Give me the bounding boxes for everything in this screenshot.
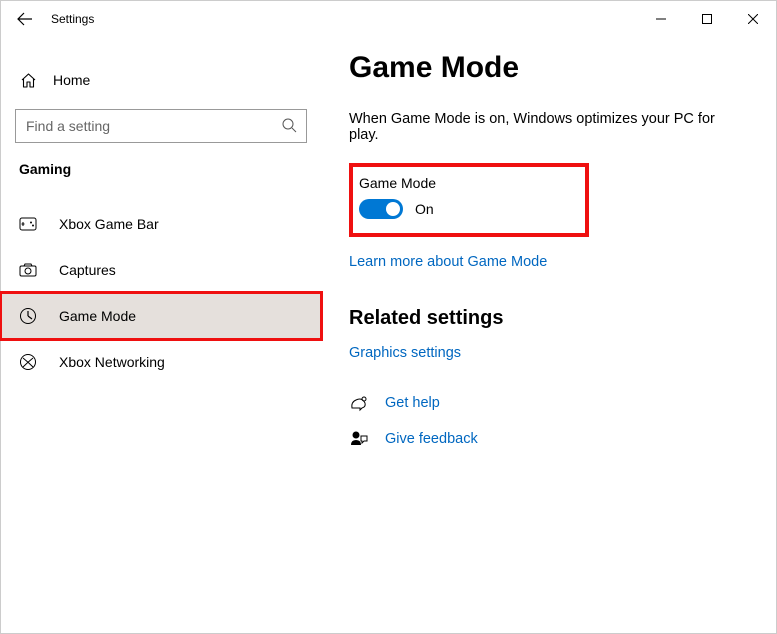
search-icon (281, 117, 297, 133)
sidebar: Home Gaming Xbox Game Bar Captures (1, 37, 321, 633)
give-feedback-link[interactable]: Give feedback (385, 431, 478, 447)
maximize-icon (702, 14, 712, 24)
toggle-knob (386, 202, 400, 216)
home-icon (19, 71, 37, 89)
game-mode-toggle[interactable] (359, 199, 403, 219)
sidebar-item-xbox-game-bar[interactable]: Xbox Game Bar (1, 201, 321, 247)
gamebar-icon (19, 215, 37, 233)
page-title: Game Mode (349, 51, 748, 85)
sidebar-item-label: Xbox Networking (59, 354, 165, 370)
feedback-icon (349, 430, 369, 448)
main-content: Game Mode When Game Mode is on, Windows … (321, 37, 776, 633)
related-settings-title: Related settings (349, 307, 748, 330)
close-button[interactable] (730, 3, 776, 35)
page-description: When Game Mode is on, Windows optimizes … (349, 111, 748, 143)
back-arrow-icon (17, 11, 33, 27)
close-icon (748, 14, 758, 24)
sidebar-item-xbox-networking[interactable]: Xbox Networking (1, 339, 321, 385)
minimize-button[interactable] (638, 3, 684, 35)
sidebar-item-label: Xbox Game Bar (59, 216, 159, 232)
xbox-icon (19, 353, 37, 371)
graphics-settings-link[interactable]: Graphics settings (349, 345, 461, 361)
sidebar-item-home[interactable]: Home (1, 59, 321, 101)
sidebar-item-label: Game Mode (59, 308, 136, 324)
game-mode-label: Game Mode (359, 175, 579, 191)
gamemode-icon (19, 307, 37, 325)
help-icon (349, 394, 369, 412)
title-bar: Settings (1, 1, 776, 37)
game-mode-toggle-state: On (415, 201, 434, 217)
sidebar-item-label: Captures (59, 262, 116, 278)
back-button[interactable] (1, 1, 49, 37)
maximize-button[interactable] (684, 3, 730, 35)
sidebar-item-game-mode[interactable]: Game Mode (1, 293, 321, 339)
home-label: Home (53, 72, 90, 88)
get-help-link[interactable]: Get help (385, 395, 440, 411)
game-mode-setting-block: Game Mode On (349, 163, 589, 237)
search-input[interactable] (15, 109, 307, 143)
sidebar-item-captures[interactable]: Captures (1, 247, 321, 293)
captures-icon (19, 261, 37, 279)
window-title: Settings (49, 12, 638, 26)
sidebar-section-title: Gaming (1, 161, 321, 177)
minimize-icon (656, 14, 666, 24)
learn-more-link[interactable]: Learn more about Game Mode (349, 254, 547, 270)
